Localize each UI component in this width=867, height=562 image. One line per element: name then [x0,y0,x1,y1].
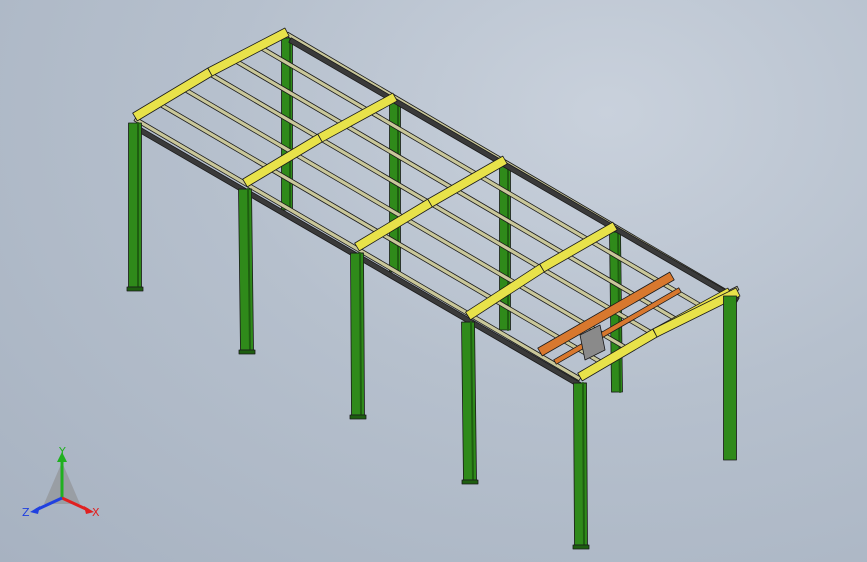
column-base-plate [461,479,479,485]
front-column-edge [359,252,362,416]
front-column [238,188,254,351]
steel-frame-model[interactable] [0,0,867,562]
overhead-crane-bridge [537,271,675,357]
z-arrow-icon [30,506,40,514]
front-column [350,252,365,416]
column-base-plate [238,349,256,355]
front-column [128,122,142,288]
column-base-plate [349,414,367,420]
gable-column [723,295,737,461]
model-viewport[interactable]: Y X Z [0,0,867,562]
coordinate-triad: Y X Z [22,446,100,519]
front-column-edge [582,382,585,546]
front-column [573,382,588,546]
y-axis-label: Y [58,446,66,458]
column-base-plate [126,286,144,292]
column-base-plate [572,544,590,550]
x-axis-label: X [92,506,100,519]
z-axis-label: Z [22,506,30,519]
front-column [461,321,477,481]
